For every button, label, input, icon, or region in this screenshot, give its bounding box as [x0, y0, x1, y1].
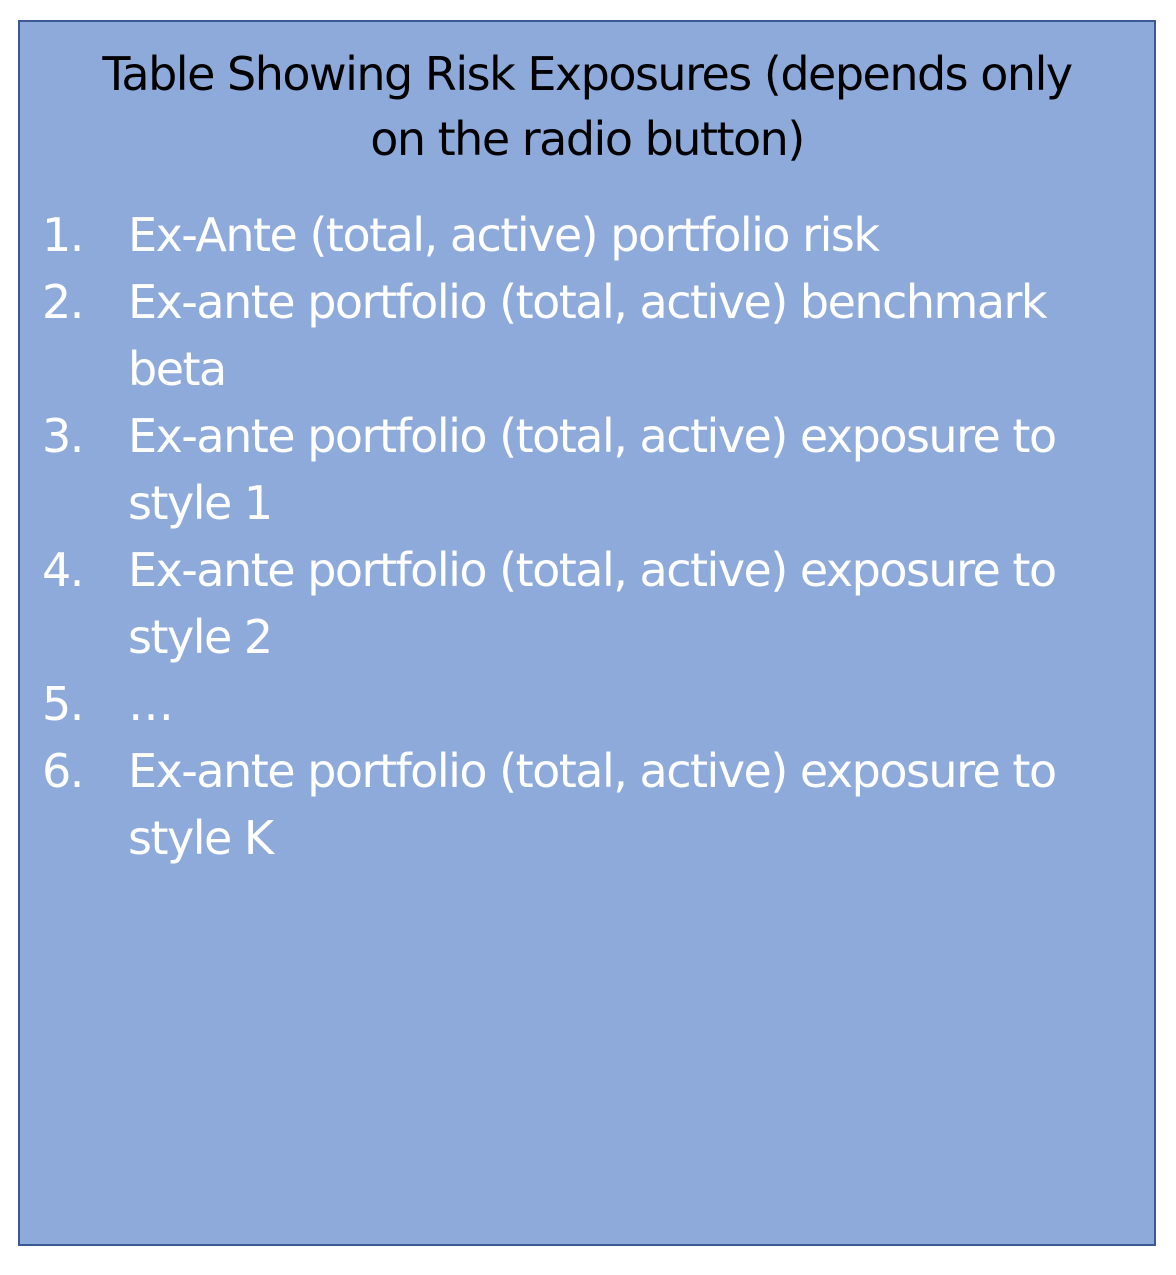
list-item: 5. …: [42, 671, 1142, 738]
list-item-text: Ex-ante portfolio (total, active) benchm…: [128, 275, 1048, 396]
list-item: 3. Ex-ante portfolio (total, active) exp…: [42, 403, 1142, 537]
list-item-number: 1.: [42, 208, 84, 262]
list-item-number: 2.: [42, 275, 84, 329]
panel-title: Table Showing Risk Exposures (depends on…: [30, 42, 1144, 172]
list-item: 2. Ex-ante portfolio (total, active) ben…: [42, 269, 1142, 403]
panel-title-line-1: Table Showing Risk Exposures (depends on…: [102, 47, 1073, 101]
list-item-number: 6.: [42, 744, 84, 798]
list-item-number: 3.: [42, 409, 84, 463]
list-item-text: Ex-ante portfolio (total, active) exposu…: [128, 744, 1057, 865]
list-item: 1. Ex-Ante (total, active) portfolio ris…: [42, 202, 1142, 269]
list-item-number: 4.: [42, 543, 84, 597]
list-item-text: Ex-Ante (total, active) portfolio risk: [128, 208, 880, 262]
list-item-text: …: [128, 677, 174, 731]
risk-exposure-list: 1. Ex-Ante (total, active) portfolio ris…: [42, 202, 1142, 872]
list-item-text: Ex-ante portfolio (total, active) exposu…: [128, 409, 1057, 530]
list-item: 6. Ex-ante portfolio (total, active) exp…: [42, 738, 1142, 872]
list-item-number: 5.: [42, 677, 84, 731]
list-item: 4. Ex-ante portfolio (total, active) exp…: [42, 537, 1142, 671]
panel-title-line-2: on the radio button): [370, 112, 805, 166]
list-item-text: Ex-ante portfolio (total, active) exposu…: [128, 543, 1057, 664]
risk-exposures-panel: Table Showing Risk Exposures (depends on…: [18, 20, 1156, 1246]
